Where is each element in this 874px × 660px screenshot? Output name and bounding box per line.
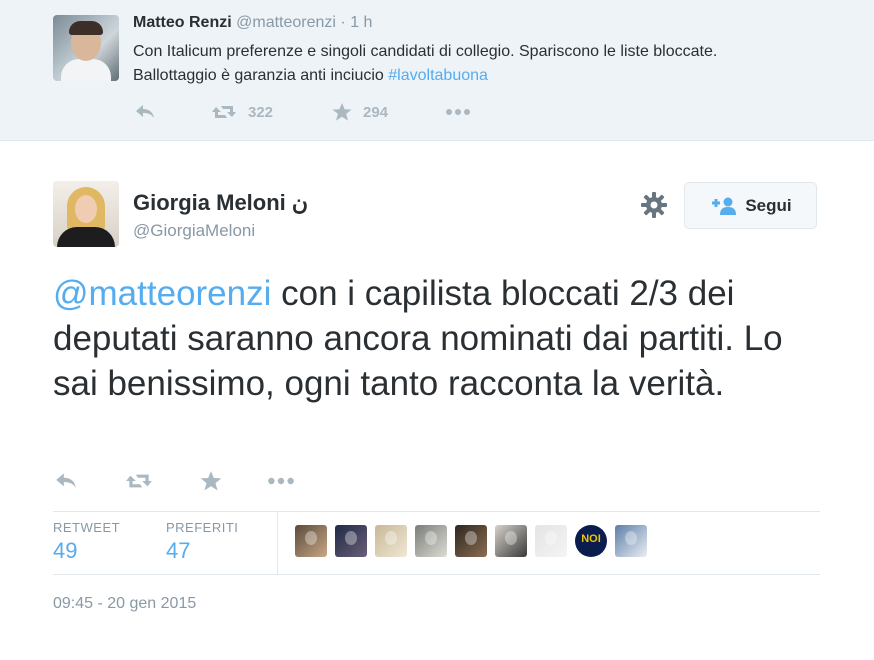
ancestor-reply-button[interactable] [133,102,157,122]
favoriter-avatar[interactable] [295,525,327,557]
ancestor-favorite-count: 294 [363,103,389,121]
main-favorite-button[interactable] [199,470,223,492]
favoriter-avatar[interactable] [615,525,647,557]
main-author-name[interactable]: Giorgia Meloni ن [133,190,308,216]
ancestor-tweet-header: Matteo Renzi @matteorenzi · 1 h [133,14,372,32]
retweet-stat-value: 49 [53,538,78,563]
favoriter-avatar[interactable]: NOI [575,525,607,557]
favoriter-avatar-face [465,531,477,545]
favoriter-avatar-face [345,531,357,545]
main-author-handle[interactable]: @GiorgiaMeloni [133,221,255,241]
retweet-stat-label: RETWEET [53,520,121,535]
ancestor-more-button[interactable] [444,102,472,122]
giorgia-meloni-avatar[interactable] [53,181,119,247]
ancestor-tweet[interactable]: Matteo Renzi @matteorenzi · 1 h Con Ital… [0,0,874,141]
ancestor-retweet-button[interactable]: 322 [210,102,273,122]
favorites-stat-value: 47 [166,538,191,563]
star-icon [332,103,352,121]
retweet-icon [212,106,236,118]
reply-icon [56,473,76,488]
ancestor-author-handle[interactable]: @matteorenzi [236,14,336,31]
stats-bottom-divider [53,574,820,575]
favoriter-avatar[interactable] [335,525,367,557]
favoriter-avatar[interactable] [375,525,407,557]
favorites-stat-label: PREFERITI [166,520,239,535]
add-user-icon [712,197,737,215]
tweet-timestamp[interactable]: 09:45 - 20 gen 2015 [53,595,196,613]
ancestor-separator: · [340,14,346,31]
hashtag-link[interactable]: #lavoltabuona [388,67,488,84]
favoriter-avatar[interactable] [535,525,567,557]
favoriter-avatar-logo-text: NOI [581,533,601,545]
more-icon [446,109,470,115]
favoriters-avatar-row: NOI [295,525,647,557]
favoriter-avatar-face [505,531,517,545]
mention-link[interactable]: @matteorenzi [53,274,271,313]
reply-icon [136,105,154,118]
gear-icon [641,192,667,218]
main-reply-button[interactable] [53,470,79,492]
user-actions-gear-button[interactable] [640,191,668,224]
main-tweet-text: @matteorenzi con i capilista bloccati 2/… [53,271,833,406]
stats-vertical-divider [277,512,278,574]
main-retweet-button[interactable] [124,470,154,492]
retweet-icon [126,474,152,488]
ancestor-tweet-text: Con Italicum preferenze e singoli candid… [133,40,793,88]
stats-top-divider [53,511,820,512]
more-icon [268,477,294,485]
ancestor-retweet-count: 322 [248,103,274,121]
favoriter-avatar-face [305,531,317,545]
favoriter-avatar[interactable] [415,525,447,557]
favoriter-avatar-face [385,531,397,545]
main-author-name-text: Giorgia Meloni [133,190,286,215]
favoriter-avatar-face [625,531,637,545]
favoriter-avatar-face [425,531,437,545]
favoriter-avatar[interactable] [495,525,527,557]
follow-button[interactable]: Segui [684,182,817,229]
ancestor-author-name[interactable]: Matteo Renzi [133,14,232,31]
main-more-button[interactable] [266,470,296,492]
favoriter-avatar[interactable] [455,525,487,557]
favoriter-avatar-face [545,531,557,545]
ancestor-time[interactable]: 1 h [350,14,372,31]
main-author-name-suffix: ن [291,190,309,215]
follow-button-label: Segui [745,195,792,215]
star-icon [200,471,222,491]
matteo-renzi-avatar[interactable] [53,15,119,81]
ancestor-favorite-button[interactable]: 294 [331,102,388,122]
